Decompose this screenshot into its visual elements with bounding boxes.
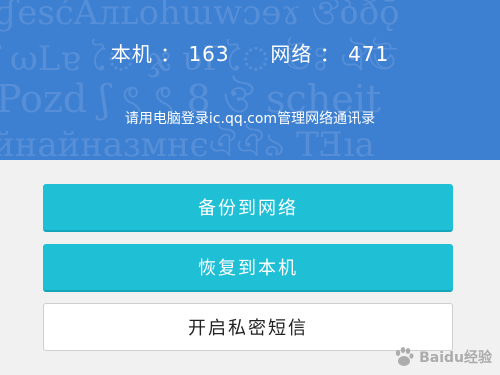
network-count-separator: ： [319, 42, 341, 66]
restore-to-local-button[interactable]: 恢复到本机 [43, 244, 453, 292]
sync-header: ɠesćAлʟohɯwɔɘɤ ঔბðǭ ʃ ωLɐ ৈ ჯ ʋΓৈ ঊঃ ঐঊ … [0, 0, 500, 160]
local-count-separator: ： [160, 42, 182, 66]
backup-to-network-button[interactable]: 备份到网络 [43, 184, 453, 232]
pattern-line: ɠesćAлʟohɯwɔɘɤ ঔბðǭ [0, 0, 400, 33]
contact-counts: 本机 ： 163 网络 ： 471 [0, 38, 500, 67]
watermark-text: Baidu经验 [419, 350, 492, 366]
local-count-value: 163 [188, 42, 230, 66]
baidu-jingyan-watermark: Baidu经验 [393, 343, 492, 371]
login-hint-text: 请用电脑登录ic.qq.com管理网络通讯录 [124, 111, 376, 127]
pattern-line: йнайнаɜмнєঐঐ৯ TƎıa [0, 124, 375, 160]
network-count-value: 471 [348, 42, 390, 66]
paw-icon [395, 347, 414, 366]
network-count-label: 网络 [270, 42, 313, 66]
local-count-label: 本机 [110, 42, 153, 66]
language-pattern-background: ɠesćAлʟohɯwɔɘɤ ঔბðǭ ʃ ωLɐ ৈ ჯ ʋΓৈ ঊঃ ঐঊ … [0, 0, 400, 160]
enable-private-sms-button[interactable]: 开启私密短信 [43, 303, 453, 351]
